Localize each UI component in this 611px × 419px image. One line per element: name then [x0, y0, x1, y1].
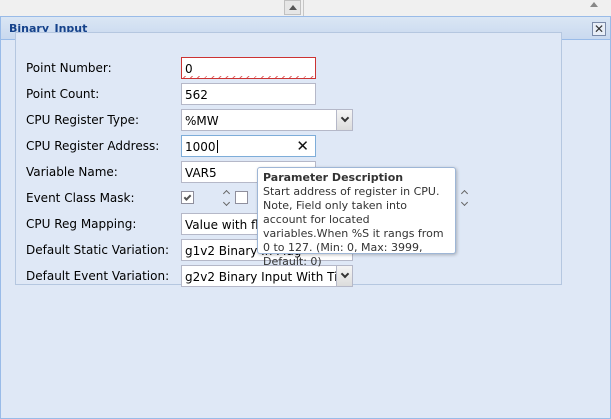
cpu-register-type-dropdown-button[interactable] [336, 110, 352, 130]
default-static-variation-label: Default Static Variation: [26, 243, 170, 257]
tooltip-title: Parameter Description [263, 171, 404, 184]
text-caret [216, 140, 218, 153]
spinner-down-icon[interactable] [222, 198, 230, 207]
cpu-register-type-label: CPU Register Type: [26, 113, 140, 127]
event-class-mask-spinner-2[interactable] [459, 187, 469, 209]
close-icon: ✕ [593, 22, 605, 36]
chevron-down-icon [340, 113, 349, 123]
event-class-mask-checkbox-2[interactable] [235, 191, 248, 204]
clear-icon[interactable]: ✕ [296, 137, 309, 155]
point-count-label: Point Count: [26, 87, 100, 101]
close-button[interactable]: ✕ [592, 22, 606, 36]
cpu-register-type-value: %MW [185, 114, 219, 128]
cpu-reg-mapping-value: Value with fla [185, 218, 266, 232]
point-number-label: Point Number: [26, 61, 112, 75]
chevron-down-icon [340, 269, 349, 279]
tooltip-body: Start address of register in CPU. Note, … [263, 185, 444, 268]
cpu-register-address-label: CPU Register Address: [26, 139, 160, 153]
default-event-variation-label: Default Event Variation: [26, 269, 170, 283]
event-class-mask-label: Event Class Mask: [26, 191, 135, 205]
point-count-input[interactable]: 562 [181, 83, 316, 105]
parameter-description-tooltip: Parameter Description Start address of r… [257, 167, 456, 268]
point-count-value: 562 [185, 88, 208, 102]
check-icon [183, 192, 192, 201]
cpu-register-type-combo[interactable]: %MW [181, 109, 353, 131]
point-number-value: 0 [185, 62, 193, 76]
cpu-register-address-value: 1000 [185, 140, 216, 154]
cpu-register-address-input[interactable]: 1000 ✕ [181, 135, 316, 157]
default-event-variation-value: g2v2 Binary Input With Time [185, 270, 353, 284]
spinner-up-icon[interactable] [460, 189, 468, 198]
scroll-up-button[interactable] [284, 0, 301, 15]
arrow-up-icon [288, 5, 297, 10]
variable-name-value: VAR5 [185, 166, 217, 180]
point-number-input[interactable]: 0 [181, 57, 316, 79]
cpu-reg-mapping-label: CPU Reg Mapping: [26, 217, 137, 231]
scroll-up-arrow-icon[interactable] [590, 2, 598, 7]
event-class-mask-checkbox-1[interactable] [181, 191, 194, 204]
background-toolbar [0, 0, 611, 16]
spinner-down-icon[interactable] [460, 198, 468, 207]
event-class-mask-spinner-1[interactable] [221, 187, 231, 209]
variable-name-label: Variable Name: [26, 165, 118, 179]
divider [303, 0, 304, 16]
spinner-up-icon[interactable] [222, 189, 230, 198]
